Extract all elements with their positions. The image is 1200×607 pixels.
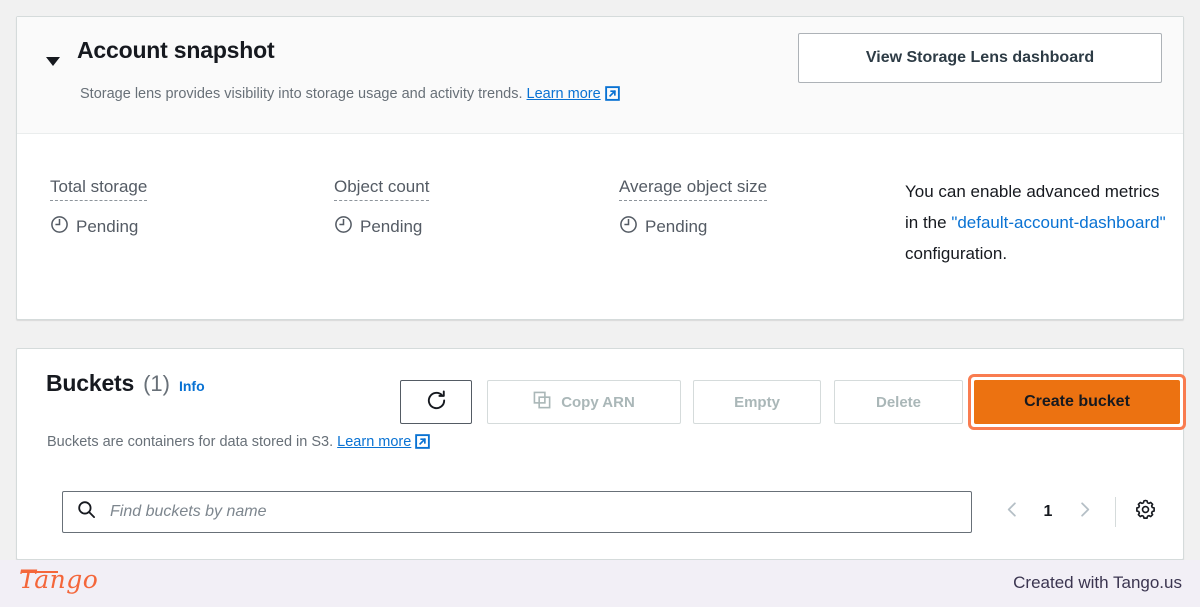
metric-value-text: Pending <box>645 217 708 237</box>
gear-icon <box>1134 498 1157 526</box>
buckets-count: (1) <box>143 371 170 396</box>
search-buckets-box[interactable] <box>62 491 972 533</box>
default-account-dashboard-link[interactable]: "default-account-dashboard" <box>951 213 1165 232</box>
create-bucket-highlight: Create bucket <box>968 374 1186 430</box>
delete-button[interactable]: Delete <box>834 380 963 424</box>
search-icon <box>77 500 96 524</box>
chevron-right-icon <box>1076 501 1093 523</box>
page-title: Account snapshot <box>77 37 275 63</box>
metric-value-row: Pending <box>334 215 429 239</box>
buckets-description: Buckets are containers for data stored i… <box>47 434 431 453</box>
metric-value-text: Pending <box>360 217 423 237</box>
copy-arn-button[interactable]: Copy ARN <box>487 380 681 424</box>
metric-value-row: Pending <box>619 215 767 239</box>
account-snapshot-header: Account snapshot Storage lens provides v… <box>17 17 1183 134</box>
clock-icon <box>619 215 638 239</box>
footer: Tango Created with Tango.us <box>0 560 1200 607</box>
account-snapshot-description: Storage lens provides visibility into st… <box>80 86 620 105</box>
refresh-button[interactable] <box>400 380 472 424</box>
empty-button[interactable]: Empty <box>693 380 821 424</box>
preferences-button[interactable] <box>1130 491 1160 533</box>
tango-logo: Tango <box>19 565 99 594</box>
metric-label[interactable]: Average object size <box>619 176 768 202</box>
buckets-card: Buckets (1) Info Buckets are containers … <box>16 348 1186 560</box>
chevron-left-icon <box>1004 501 1021 523</box>
metric-total-storage: Total storage Pending <box>50 176 148 239</box>
metric-value-text: Pending <box>76 217 139 237</box>
pagination-page-1[interactable]: 1 <box>1031 491 1065 533</box>
metric-average-object-size: Average object size Pending <box>619 176 768 239</box>
view-storage-lens-dashboard-button[interactable]: View Storage Lens dashboard <box>798 33 1162 83</box>
copy-arn-label: Copy ARN <box>561 393 635 411</box>
pagination-next-button[interactable] <box>1067 491 1101 533</box>
copy-icon <box>533 391 552 414</box>
search-input[interactable] <box>108 502 872 522</box>
metric-label[interactable]: Object count <box>334 176 430 202</box>
caret-down-icon[interactable] <box>46 57 60 66</box>
external-link-icon[interactable] <box>604 86 620 105</box>
pagination-divider <box>1115 497 1116 527</box>
buckets-description-text: Buckets are containers for data stored i… <box>47 434 334 450</box>
external-link-icon[interactable] <box>415 434 431 453</box>
s3-console-page: Account snapshot Storage lens provides v… <box>0 0 1200 607</box>
footer-credit: Created with Tango.us <box>1013 573 1182 592</box>
buckets-title-text: Buckets <box>46 370 135 396</box>
metric-object-count: Object count Pending <box>334 176 430 239</box>
metric-value-row: Pending <box>50 215 147 239</box>
account-snapshot-description-text: Storage lens provides visibility into st… <box>80 86 523 102</box>
advanced-metrics-note-tail: configuration. <box>905 244 1008 263</box>
metric-label[interactable]: Total storage <box>50 176 148 202</box>
account-snapshot-card: Account snapshot Storage lens provides v… <box>16 16 1184 320</box>
pagination-prev-button[interactable] <box>995 491 1029 533</box>
clock-icon <box>334 215 353 239</box>
clock-icon <box>50 215 69 239</box>
pagination: 1 <box>995 491 1160 533</box>
learn-more-link-buckets[interactable]: Learn more <box>337 434 411 450</box>
buckets-info-link[interactable]: Info <box>179 378 205 394</box>
account-snapshot-metrics: Total storage Pending Object count Pendi… <box>17 134 1183 319</box>
create-bucket-button[interactable]: Create bucket <box>974 380 1180 424</box>
advanced-metrics-note: You can enable advanced metrics in the "… <box>905 176 1173 269</box>
learn-more-link-storage-lens[interactable]: Learn more <box>527 86 601 102</box>
buckets-heading: Buckets (1) Info <box>46 370 205 397</box>
refresh-icon <box>425 389 448 416</box>
